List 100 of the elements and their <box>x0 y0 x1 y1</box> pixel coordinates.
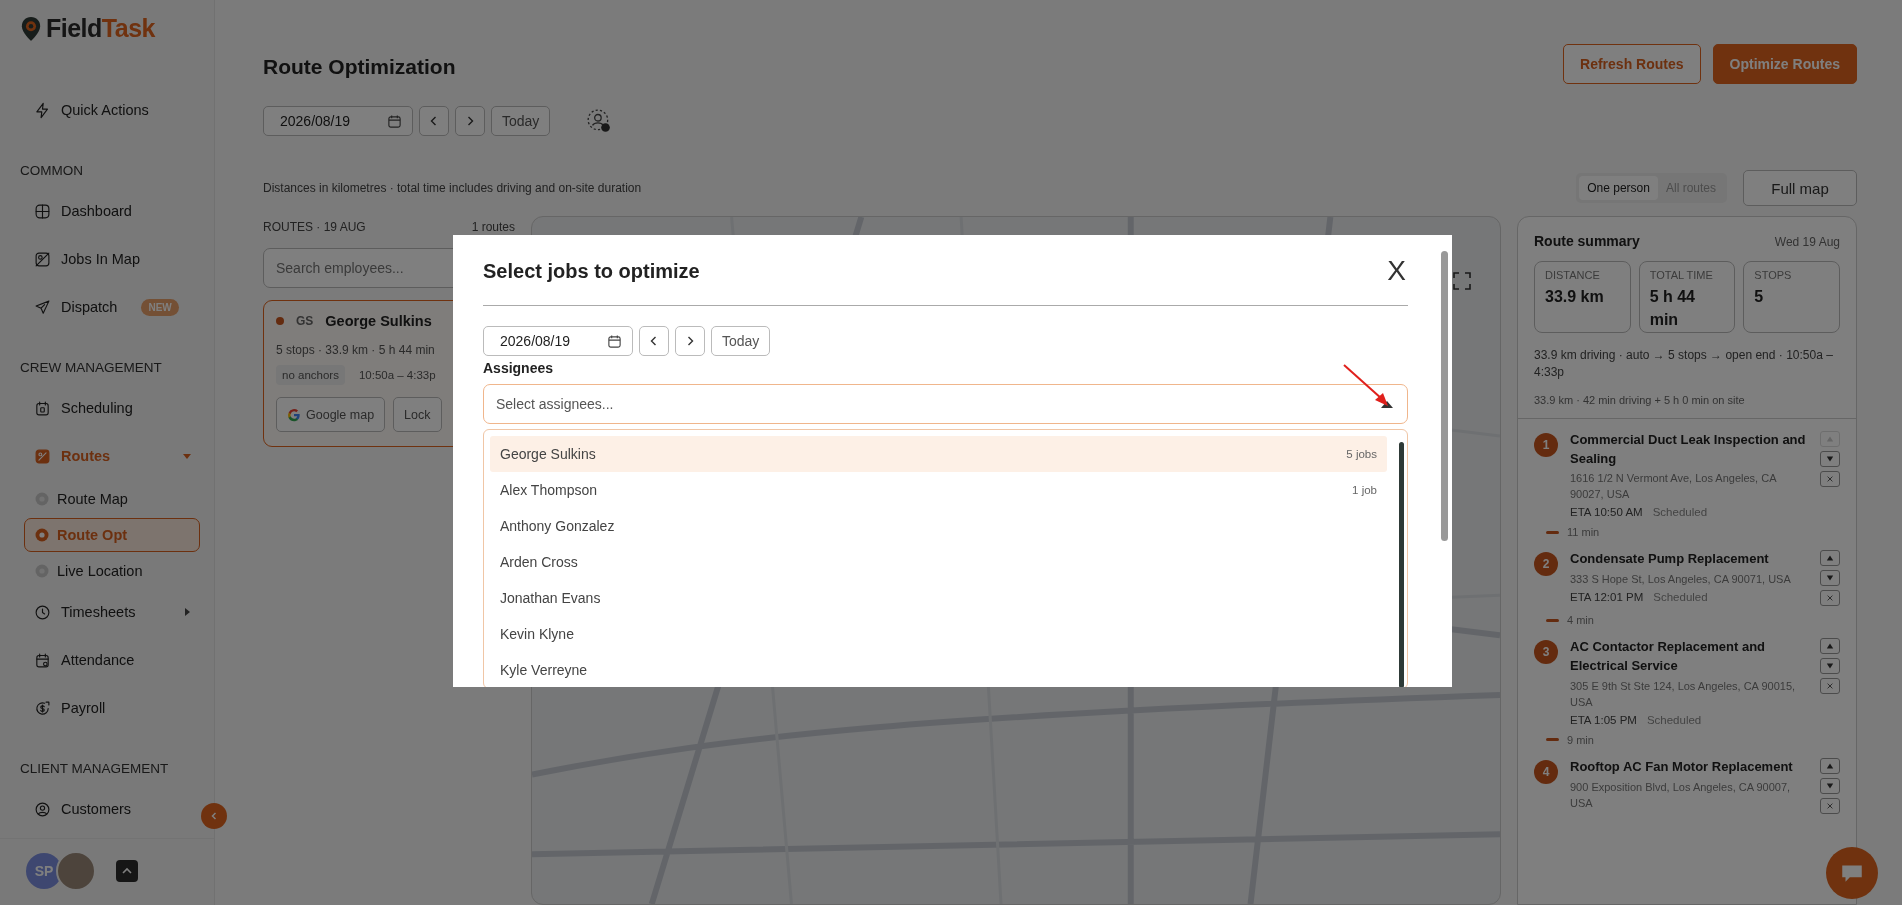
routes-count: 1 routes <box>471 220 515 234</box>
triangle-down-icon <box>1826 781 1834 790</box>
sidebar-item[interactable]: Timesheets <box>34 597 200 627</box>
assignee-option[interactable]: Alex Thompson 1 job <box>490 472 1387 508</box>
user-icon <box>34 800 51 818</box>
job-address: 900 Exposition Blvd, Los Angeles, CA 90007, USA <box>1570 779 1792 811</box>
card-button[interactable]: Google map <box>276 397 386 432</box>
travel-time: 4 min <box>1567 614 1594 627</box>
view-toggle-tab[interactable]: One person <box>1579 176 1658 200</box>
card-button[interactable]: Lock <box>393 397 442 432</box>
job-title: Rooftop AC Fan Motor Replacement <box>1570 757 1794 776</box>
triangle-up-icon <box>1826 434 1834 443</box>
remove-button[interactable] <box>1820 590 1840 607</box>
header-button[interactable]: Optimize Routes <box>1712 44 1857 84</box>
move-down-button[interactable] <box>1820 777 1840 794</box>
travel-line-icon <box>1546 530 1559 534</box>
full-map-button[interactable]: Full map <box>1743 170 1857 206</box>
assignee-option[interactable]: Kyle Verreyne <box>490 652 1387 687</box>
distance-note: Distances in kilometres · total time includes driving and on-site duration <box>263 181 642 195</box>
close-icon <box>1826 801 1834 810</box>
stat-card: TOTAL TIME 5 h 44 min <box>1638 261 1736 333</box>
sidebar-subitem[interactable]: Route Opt <box>24 518 200 552</box>
employee-name: George Sulkins <box>325 313 432 329</box>
assignee-option[interactable]: Arden Cross <box>490 544 1387 580</box>
stop-number: 2 <box>1534 552 1558 577</box>
header-button[interactable]: Refresh Routes <box>1563 44 1701 84</box>
remove-button[interactable] <box>1820 797 1840 814</box>
section-heading: CLIENT MANAGEMENT <box>20 761 170 776</box>
sidebar-item[interactable]: Jobs In Map <box>34 244 200 274</box>
job-status: Scheduled <box>1653 591 1708 604</box>
sidebar-item[interactable]: Quick Actions <box>34 95 200 125</box>
sidebar-item[interactable]: Scheduling <box>34 393 200 423</box>
dollar-icon <box>34 699 51 717</box>
sidebar-subitem[interactable]: Live Location <box>24 554 200 588</box>
move-down-button[interactable] <box>1820 658 1840 675</box>
job-status: Scheduled <box>1646 713 1702 726</box>
paper-plane-icon <box>34 298 51 316</box>
travel-time: 11 min <box>1567 526 1600 539</box>
calendar-icon <box>387 113 402 129</box>
triangle-down-icon <box>1826 454 1834 463</box>
google-icon <box>287 407 301 422</box>
close-icon <box>1826 682 1834 691</box>
move-down-button[interactable] <box>1820 450 1840 467</box>
move-up-button[interactable] <box>1820 638 1840 655</box>
new-badge: NEW <box>141 298 179 316</box>
assignee-option[interactable]: Jonathan Evans <box>490 580 1387 616</box>
map-icon <box>34 250 51 268</box>
sidebar-item[interactable]: Customers <box>34 794 200 824</box>
job-title: Condensate Pump Replacement <box>1570 550 1770 569</box>
section-heading: CREW MANAGEMENT <box>20 360 163 375</box>
assignee-option[interactable]: George Sulkins 5 jobs <box>490 436 1387 472</box>
today-button[interactable]: Today <box>491 106 551 136</box>
eta-text: ETA 10:50 AM <box>1570 506 1643 519</box>
section-heading: COMMON <box>20 163 84 178</box>
scrollbar[interactable] <box>1441 251 1448 541</box>
remove-button[interactable] <box>1820 470 1840 487</box>
travel-line-icon <box>1546 738 1559 742</box>
move-up-button[interactable] <box>1820 550 1840 567</box>
calendar-icon <box>607 333 622 349</box>
remove-button[interactable] <box>1820 678 1840 695</box>
move-down-button[interactable] <box>1820 570 1840 587</box>
route-tag: no anchors <box>276 365 345 385</box>
route-icon <box>34 447 51 465</box>
eta-text: ETA 1:05 PM <box>1570 713 1637 726</box>
stat-card: DISTANCE 33.9 km <box>1534 261 1631 333</box>
date-field[interactable]: 2026/08/19 <box>263 106 413 136</box>
chat-button[interactable] <box>1826 847 1878 899</box>
triangle-down-icon <box>1826 662 1834 671</box>
close-button[interactable]: X <box>1385 255 1408 287</box>
scrollbar[interactable] <box>1399 442 1404 687</box>
fullscreen-icon[interactable] <box>1452 271 1472 291</box>
employee-initials: GS <box>296 314 314 328</box>
assignees-select[interactable]: Select assignees... <box>483 384 1408 424</box>
status-dot <box>276 317 284 325</box>
sidebar-item[interactable]: Payroll <box>34 693 200 723</box>
triangle-down-icon <box>1826 574 1834 583</box>
route-tag: 10:50a – 4:33p <box>352 365 442 385</box>
bolt-icon <box>34 101 51 119</box>
travel-time: 9 min <box>1567 733 1594 746</box>
sidebar-subitem[interactable]: Route Map <box>24 482 200 516</box>
move-up-button[interactable] <box>1820 757 1840 774</box>
today-button[interactable]: Today <box>711 326 771 356</box>
sidebar-item[interactable]: Dispatch NEW <box>34 292 200 322</box>
assignee-option[interactable]: Anthony Gonzalez <box>490 508 1387 544</box>
sidebar-item[interactable]: Attendance <box>34 645 200 675</box>
triangle-up-icon <box>1826 642 1834 651</box>
user-add-icon[interactable] <box>586 108 613 134</box>
expand-button[interactable] <box>116 860 138 882</box>
sidebar-item[interactable]: Routes <box>34 441 200 471</box>
assignee-option[interactable]: Kevin Klyne <box>490 616 1387 652</box>
job-address: 1616 1/2 N Vermont Ave, Los Angeles, CA 90027, USA <box>1570 471 1778 503</box>
chevron-left-icon <box>209 811 219 821</box>
previous-button[interactable] <box>639 326 669 356</box>
next-button[interactable] <box>675 326 705 356</box>
grid-icon <box>34 202 51 220</box>
collapse-sidebar-button[interactable] <box>201 803 227 829</box>
route-description: 33.9 km driving · auto → 5 stops → open end · 10:50a – 4:33p <box>1533 347 1834 382</box>
sidebar-item[interactable]: Dashboard <box>34 196 200 226</box>
clock-icon <box>34 603 51 621</box>
date-field[interactable]: 2026/08/19 <box>483 326 633 356</box>
